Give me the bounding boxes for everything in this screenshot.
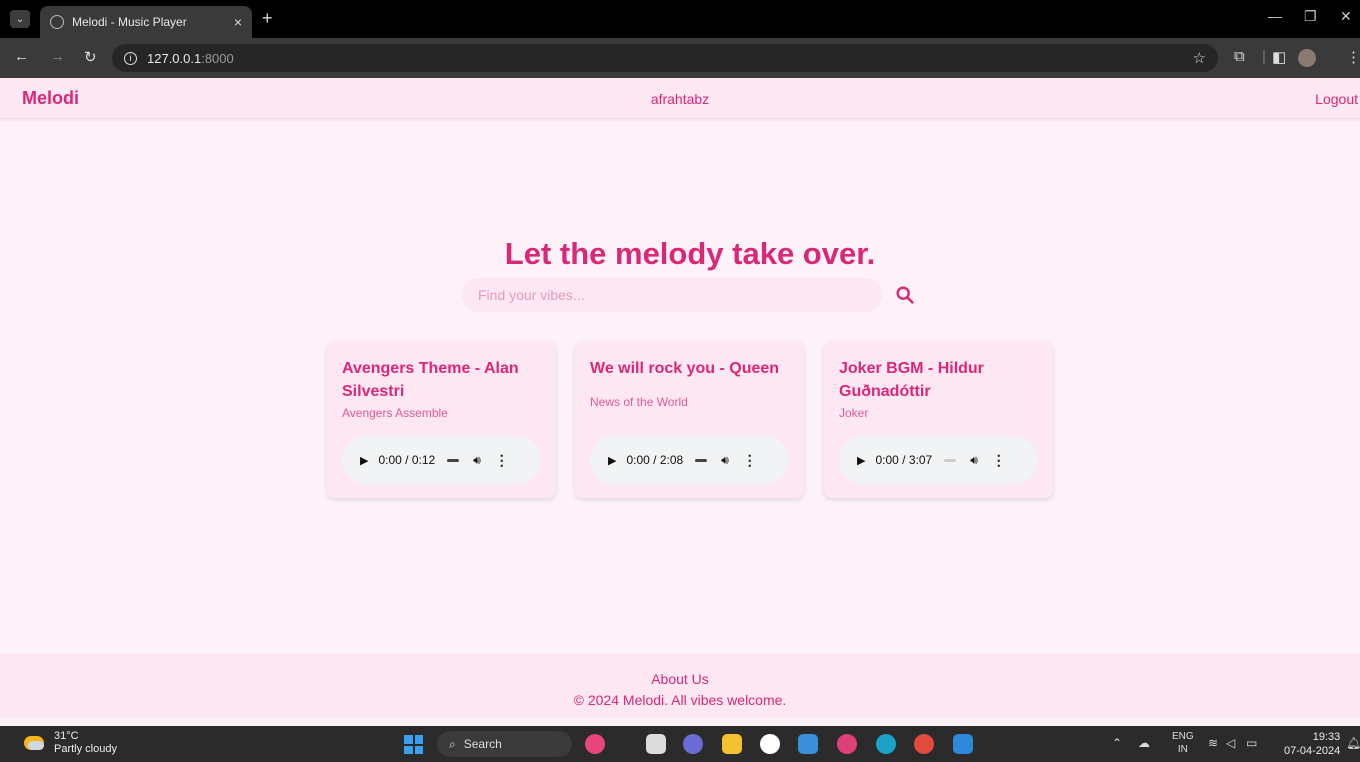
speaker-icon[interactable]: ◁ (1226, 736, 1235, 750)
search-icon: ⌕ (449, 736, 456, 751)
reload-icon[interactable]: ↻ (84, 48, 97, 66)
region-code: IN (1177, 744, 1188, 755)
windows-start-icon[interactable] (404, 735, 423, 754)
song-card: We will rock you - Queen News of the Wor… (575, 341, 804, 498)
partly-cloudy-icon (24, 736, 44, 750)
song-title: We will rock you - Queen (590, 360, 780, 377)
audio-time: 0:00 / 3:07 (875, 453, 933, 467)
username-label: afrahtabz (650, 91, 710, 107)
taskbar-search[interactable]: ⌕ Search (437, 731, 572, 757)
volume-icon[interactable]: 🔊︎ (721, 453, 729, 468)
task-view-icon[interactable] (646, 734, 666, 754)
close-tab-icon[interactable]: × (234, 14, 242, 30)
notification-bell-icon[interactable]: 🔔︎ (1346, 736, 1360, 750)
progress-slider[interactable] (447, 458, 460, 462)
new-tab-icon[interactable]: + (262, 8, 273, 29)
audio-player[interactable]: ▶ 0:00 / 3:07 🔊︎ ⋮ (839, 436, 1038, 484)
tab-search-dropdown-icon[interactable]: ⌄ (10, 10, 30, 28)
more-options-icon[interactable]: ⋮ (992, 452, 1006, 469)
browser-tab[interactable]: Melodi - Music Player × (40, 6, 252, 38)
language-code: ENG (1172, 731, 1194, 742)
forward-icon[interactable]: → (50, 48, 65, 65)
search-input[interactable] (462, 278, 882, 312)
song-album: News of the World (590, 395, 688, 409)
progress-slider[interactable] (944, 458, 957, 462)
song-card: Avengers Theme - Alan Silvestri Avengers… (327, 341, 556, 498)
url-host: 127.0.0.1 (147, 50, 202, 66)
app-navbar: Melodi afrahtabz Logout (0, 78, 1360, 119)
system-clock[interactable]: 19:33 07-04-2024 (1284, 730, 1340, 758)
volume-icon[interactable]: 🔊︎ (970, 453, 978, 468)
back-icon[interactable]: ← (14, 48, 29, 65)
song-title: Avengers Theme - Alan Silvestri (342, 360, 519, 400)
tab-title: Melodi - Music Player (72, 15, 187, 29)
os-taskbar: 31°C Partly cloudy ⌕ Search ⌃ ☁ ENG IN ≋… (0, 726, 1360, 762)
instagram-icon[interactable] (837, 734, 857, 754)
play-icon[interactable]: ▶ (608, 454, 616, 467)
dell-app-icon[interactable] (760, 734, 780, 754)
temperature: 31°C (54, 730, 79, 742)
clock-time: 19:33 (1312, 731, 1341, 743)
audio-player[interactable]: ▶ 0:00 / 0:12 🔊︎ ⋮ (342, 436, 541, 484)
url-port: :8000 (201, 50, 234, 66)
language-indicator[interactable]: ENG IN (1172, 730, 1194, 756)
chrome-browser-icon[interactable] (914, 734, 934, 754)
teams-chat-icon[interactable] (683, 734, 703, 754)
extensions-icon[interactable]: ⧉ (1234, 48, 1245, 65)
song-album: Joker (839, 406, 869, 420)
vscode-icon[interactable] (953, 734, 973, 754)
copyright-text: © 2024 Melodi. All vibes welcome. (573, 692, 787, 708)
onedrive-cloud-icon[interactable]: ☁ (1138, 736, 1150, 750)
profile-avatar[interactable] (1298, 49, 1316, 67)
volume-icon[interactable]: 🔊︎ (473, 453, 481, 468)
about-us-link[interactable]: About Us (0, 671, 1360, 687)
search-icon[interactable] (894, 284, 916, 306)
song-title: Joker BGM - Hildur Guðnadóttir (839, 360, 984, 400)
chevron-up-icon[interactable]: ⌃ (1112, 736, 1122, 750)
menu-kebab-icon[interactable]: ⋮ (1346, 48, 1360, 66)
weather-widget[interactable]: 31°C Partly cloudy (24, 730, 117, 756)
wifi-icon[interactable]: ≋ (1208, 736, 1218, 750)
play-icon[interactable]: ▶ (360, 454, 368, 467)
file-explorer-icon[interactable] (722, 734, 742, 754)
restore-icon[interactable]: ❐ (1304, 8, 1317, 25)
globe-icon (50, 15, 64, 29)
microsoft-store-icon[interactable] (798, 734, 818, 754)
browser-tab-bar: ⌄ Melodi - Music Player × + — ❐ ✕ (0, 0, 1360, 38)
browser-toolbar: ← → ↻ i 127.0.0.1:8000 ☆ ⧉ | ◧ ⋮ (0, 38, 1360, 78)
audio-time: 0:00 / 0:12 (378, 453, 436, 467)
more-options-icon[interactable]: ⋮ (495, 452, 509, 469)
site-info-icon[interactable]: i (124, 51, 137, 65)
progress-slider[interactable] (695, 458, 708, 462)
close-window-icon[interactable]: ✕ (1340, 8, 1352, 25)
audio-player[interactable]: ▶ 0:00 / 2:08 🔊︎ ⋮ (590, 436, 789, 484)
hero-title: Let the melody take over. (504, 236, 876, 271)
side-panel-icon[interactable]: ◧ (1272, 48, 1286, 66)
toolbar-divider: | (1262, 48, 1266, 65)
bookmark-star-icon[interactable]: ☆ (1193, 49, 1206, 67)
weather-condition: Partly cloudy (54, 743, 117, 755)
audio-time: 0:00 / 2:08 (626, 453, 684, 467)
clock-date: 07-04-2024 (1284, 745, 1341, 757)
more-options-icon[interactable]: ⋮ (743, 452, 757, 469)
minimize-icon[interactable]: — (1268, 8, 1282, 24)
edge-browser-icon[interactable] (876, 734, 896, 754)
widgets-app-icon[interactable] (585, 734, 605, 754)
footer: About Us © 2024 Melodi. All vibes welcom… (0, 654, 1360, 718)
song-card: Joker BGM - Hildur Guðnadóttir Joker ▶ 0… (824, 341, 1053, 498)
song-album: Avengers Assemble (342, 406, 448, 420)
taskbar-search-label: Search (463, 737, 502, 751)
play-icon[interactable]: ▶ (857, 454, 865, 467)
address-bar[interactable]: i 127.0.0.1:8000 ☆ (112, 44, 1218, 72)
logout-link[interactable]: Logout (1315, 91, 1358, 107)
battery-icon[interactable]: ▭ (1246, 736, 1257, 750)
